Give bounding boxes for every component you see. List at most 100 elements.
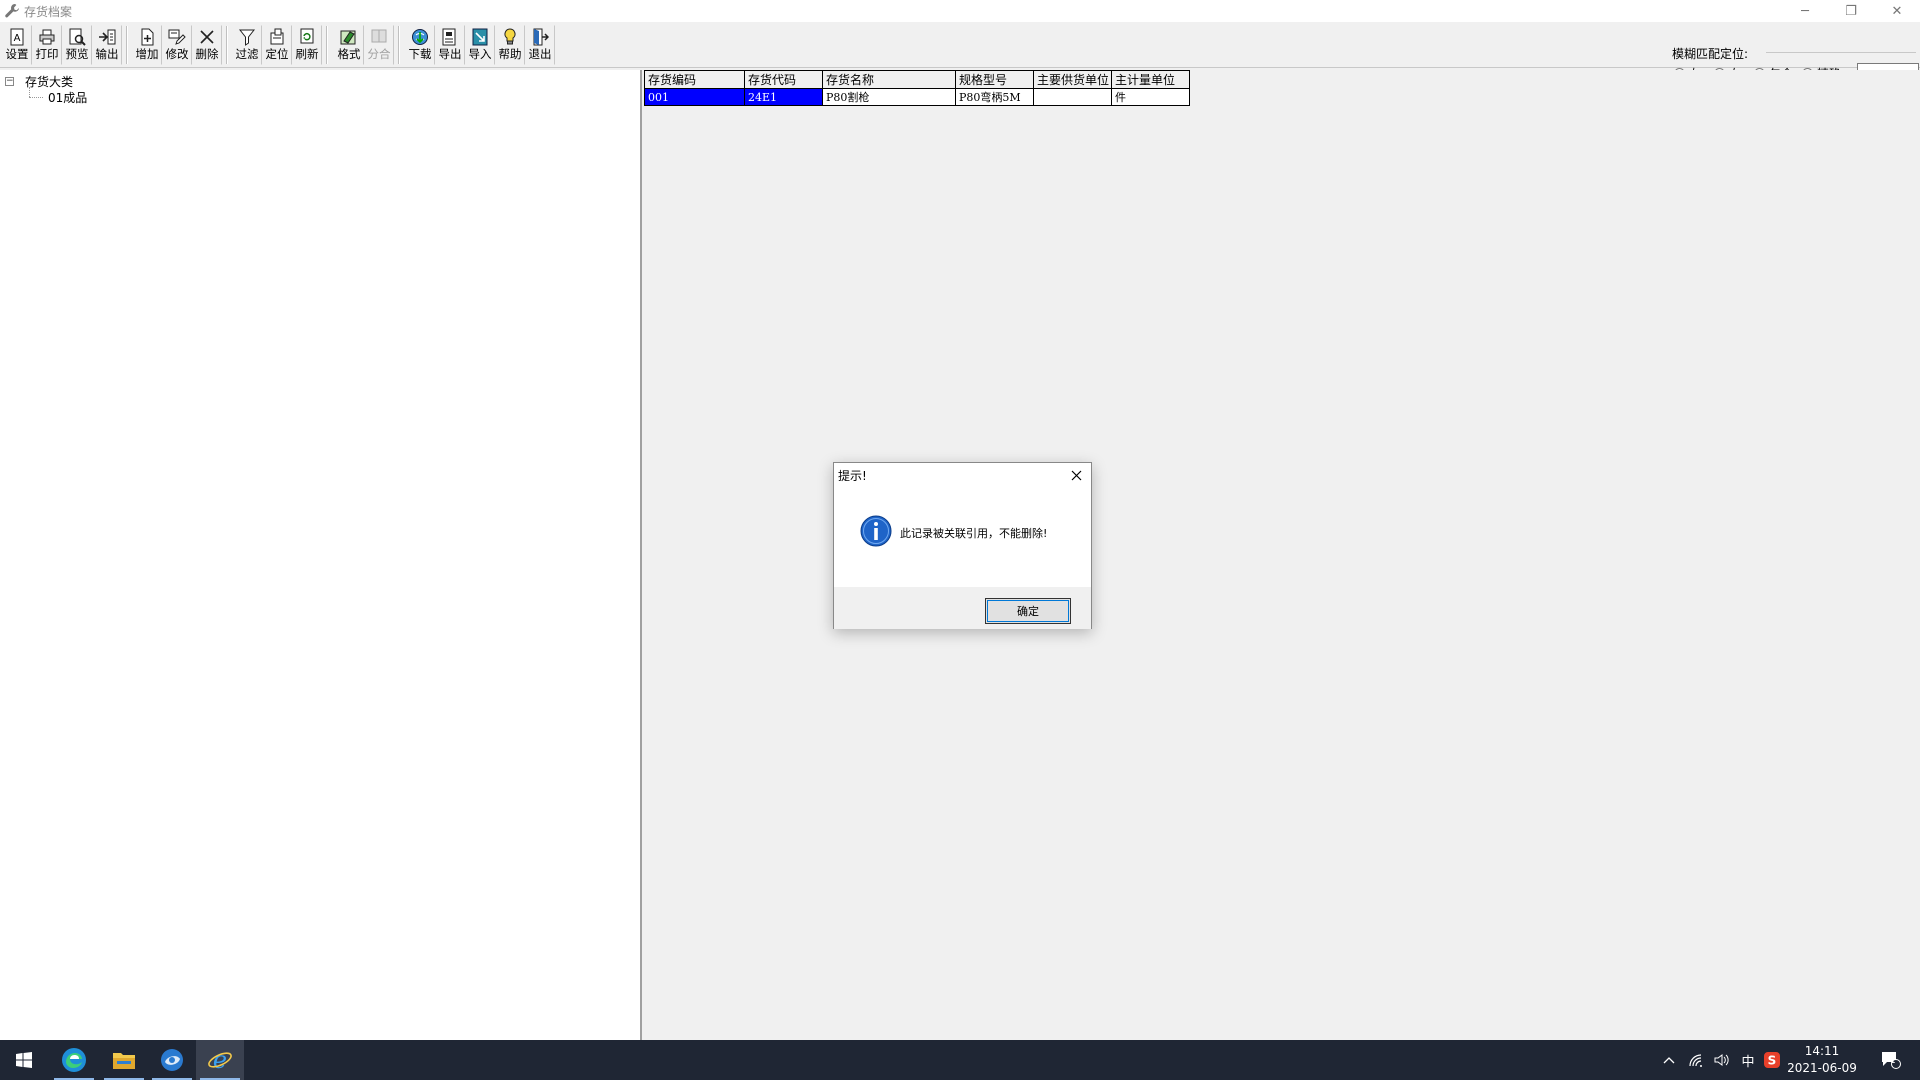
tray-overflow-button[interactable] <box>1657 1040 1681 1080</box>
print-button[interactable]: 打印 <box>32 25 62 65</box>
help-label: 帮助 <box>498 47 522 61</box>
restore-button[interactable]: ❐ <box>1828 0 1874 22</box>
delete-label: 删除 <box>195 47 219 61</box>
column-header[interactable]: 规格型号 <box>955 70 1034 89</box>
taskbar-app[interactable] <box>148 1040 196 1080</box>
column-header[interactable]: 存货名称 <box>822 70 956 89</box>
delete-button[interactable]: 删除 <box>192 25 222 65</box>
app-icon <box>161 1049 183 1071</box>
setup-button[interactable]: A 设置 <box>2 25 32 65</box>
chevron-up-icon <box>1663 1057 1675 1064</box>
ok-button[interactable]: 确定 <box>985 598 1071 624</box>
preview-icon <box>69 28 86 46</box>
format-label: 格式 <box>337 47 361 61</box>
preview-label: 预览 <box>65 47 89 61</box>
refresh-icon <box>300 28 314 44</box>
close-window-button[interactable]: ✕ <box>1874 0 1920 22</box>
tree-node-label: 01成品 <box>48 90 88 105</box>
column-header[interactable]: 主计量单位 <box>1111 70 1190 89</box>
ie-icon: e <box>208 1047 232 1073</box>
tray-sogou[interactable]: S <box>1760 1040 1784 1080</box>
filter-button[interactable]: 过滤 <box>232 25 262 65</box>
locate-button[interactable]: 定位 <box>262 25 292 65</box>
refresh-button[interactable]: 刷新 <box>292 25 322 65</box>
edit-label: 修改 <box>165 47 189 61</box>
merge-icon <box>371 29 387 43</box>
sogou-ime-icon: S <box>1764 1052 1780 1068</box>
taskbar-ie[interactable]: e <box>196 1040 244 1080</box>
edit-icon <box>168 29 186 45</box>
printer-icon <box>39 29 55 45</box>
category-tree-pane: − 存货大类 01成品 <box>0 70 642 1040</box>
table-row[interactable]: 001 24E1 P80割枪 P80弯柄5M 件 <box>644 88 1190 106</box>
action-center-button[interactable]: 1 <box>1876 1040 1906 1080</box>
taskbar-edge[interactable] <box>50 1040 98 1080</box>
lightbulb-help-icon <box>504 28 516 45</box>
tree-node-finished-goods[interactable]: 01成品 <box>42 89 87 105</box>
output-label: 输出 <box>95 47 119 61</box>
refresh-label: 刷新 <box>295 47 319 61</box>
print-label: 打印 <box>35 47 59 61</box>
tree-connector <box>29 87 30 97</box>
dialog-close-button[interactable] <box>1067 466 1085 484</box>
cell-name[interactable]: P80割枪 <box>822 88 956 106</box>
info-icon <box>860 515 892 547</box>
toolbar: A 设置 打印 预览 输出 增加 修改 删除 过滤 定位 刷新 格式 分合 下载… <box>0 22 1920 81</box>
help-button[interactable]: 帮助 <box>495 25 525 65</box>
edit-button[interactable]: 修改 <box>162 25 192 65</box>
import-icon <box>472 28 488 46</box>
tray-network[interactable] <box>1684 1040 1708 1080</box>
clock-date: 2021-06-09 <box>1787 1061 1857 1075</box>
download-label: 下载 <box>408 47 432 61</box>
filter-icon <box>238 29 256 46</box>
notification-count: 1 <box>1890 1056 1896 1066</box>
inventory-table: 存货编码 存货代码 存货名称 规格型号 主要供货单位 主计量单位 001 24E… <box>644 70 1190 106</box>
tray-ime[interactable]: 中 <box>1736 1040 1760 1080</box>
add-button[interactable]: 增加 <box>132 25 162 65</box>
format-button[interactable]: 格式 <box>334 25 364 65</box>
add-icon <box>141 28 154 46</box>
cell-code[interactable]: 001 <box>644 88 745 106</box>
preview-button[interactable]: 预览 <box>62 25 92 65</box>
cell-spec[interactable]: P80弯柄5M <box>955 88 1034 106</box>
exit-icon <box>533 28 549 46</box>
taskbar-file-explorer[interactable] <box>100 1040 148 1080</box>
windows-start-icon <box>16 1052 32 1068</box>
tray-volume[interactable] <box>1710 1040 1734 1080</box>
column-header[interactable]: 存货代码 <box>744 70 823 89</box>
window-title: 存货档案 <box>24 4 73 19</box>
group-border <box>1766 52 1916 53</box>
exit-button[interactable]: 退出 <box>525 25 555 65</box>
toolbar-separator <box>326 26 328 64</box>
column-header[interactable]: 存货编码 <box>644 70 745 89</box>
tree-connector <box>29 97 43 98</box>
output-button[interactable]: 输出 <box>92 25 122 65</box>
svg-text:S: S <box>1768 1054 1777 1068</box>
dialog-footer: 确定 <box>834 587 1091 629</box>
minimize-button[interactable]: ─ <box>1782 0 1828 22</box>
volume-icon <box>1714 1054 1729 1066</box>
svg-text:e: e <box>213 1047 227 1073</box>
start-button[interactable] <box>0 1040 48 1080</box>
import-button[interactable]: 导入 <box>465 25 495 65</box>
export-button[interactable]: 导出 <box>435 25 465 65</box>
setup-label: 设置 <box>5 47 29 61</box>
fuzzy-match-title: 模糊匹配定位: <box>1672 45 1753 62</box>
cell-unit[interactable]: 件 <box>1111 88 1190 106</box>
delete-icon <box>200 30 214 44</box>
download-button[interactable]: 下载 <box>405 25 435 65</box>
tray-clock[interactable]: 14:11 2021-06-09 <box>1782 1043 1862 1077</box>
close-icon <box>1071 470 1081 480</box>
dialog-body: 此记录被关联引用，不能删除! <box>834 491 1091 587</box>
cell-item-code[interactable]: 24E1 <box>744 88 823 106</box>
tree-root-node[interactable]: − 存货大类 <box>5 73 73 89</box>
network-icon <box>1689 1054 1702 1067</box>
taskbar: e 中 S 14:11 2021-06-09 1 <box>0 1040 1920 1080</box>
merge-button[interactable]: 分合 <box>364 25 394 65</box>
collapse-icon[interactable]: − <box>5 76 14 86</box>
cell-supplier[interactable] <box>1033 88 1112 106</box>
dialog-title: 提示! <box>838 469 867 483</box>
column-header[interactable]: 主要供货单位 <box>1033 70 1112 89</box>
import-label: 导入 <box>468 47 492 61</box>
locate-label: 定位 <box>265 47 289 61</box>
